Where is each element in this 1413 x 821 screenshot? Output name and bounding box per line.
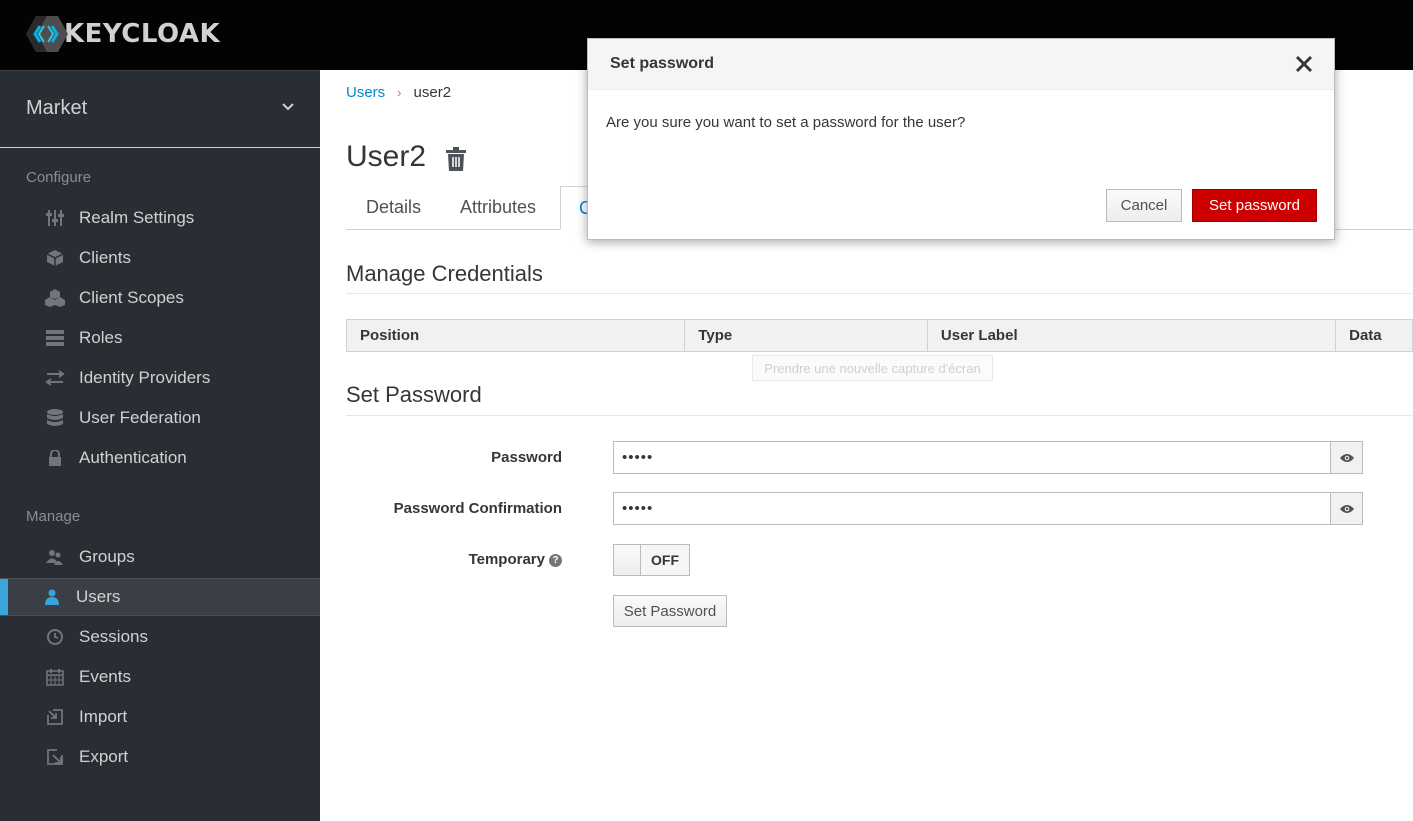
- set-password-dialog: Set password Are you sure you want to se…: [587, 38, 1335, 240]
- close-icon[interactable]: [1294, 54, 1314, 74]
- cancel-button[interactable]: Cancel: [1106, 189, 1182, 222]
- confirm-set-password-button[interactable]: Set password: [1192, 189, 1317, 222]
- dialog-header: Set password: [588, 39, 1334, 90]
- dialog-message: Are you sure you want to set a password …: [606, 114, 966, 131]
- dialog-title: Set password: [610, 55, 715, 72]
